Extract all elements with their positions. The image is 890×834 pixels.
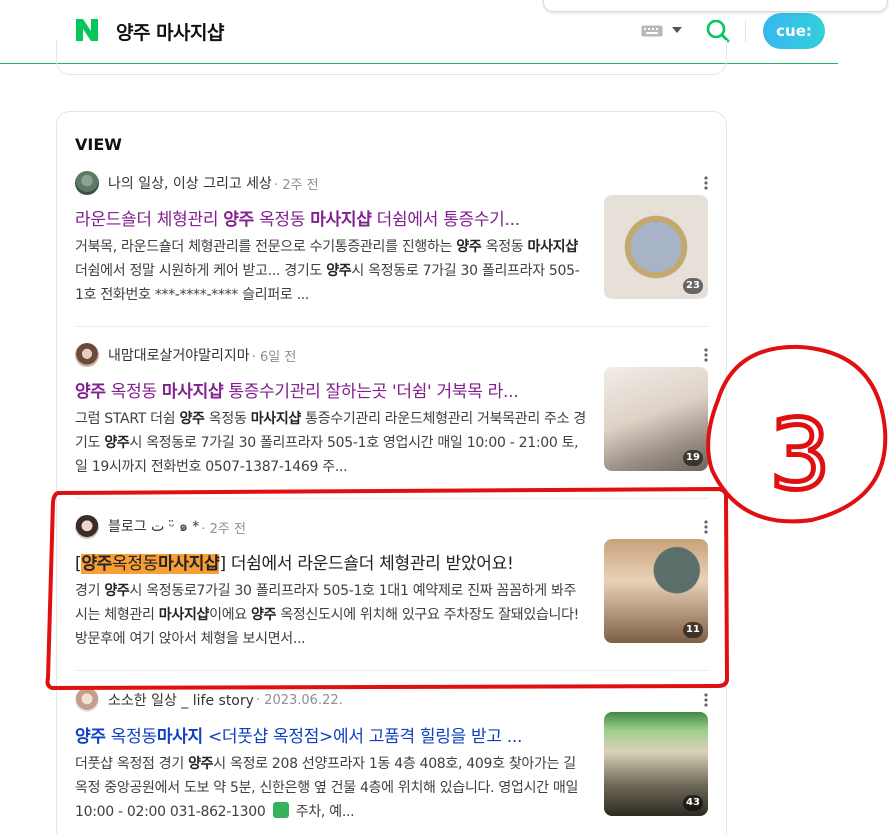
title-highlight: 양주옥정동마사지샵 [81, 554, 220, 574]
title-text: ] 더쉼에서 라운드숄더 체형관리 받았어요! [219, 554, 514, 574]
author-name[interactable]: 소소한 일상 _ life story [108, 690, 254, 710]
title-keyword: 마사지 [156, 727, 203, 747]
title-keyword: 양주 [81, 554, 113, 574]
post-time: · 6일 전 [251, 349, 297, 365]
avatar[interactable] [75, 343, 99, 367]
view-item: 블로그 ت ᵕ̈ ๑ * · 2주 전 [양주옥정동마사지샵] 더쉼에서 라운드… [75, 515, 708, 671]
photo-count-badge: 43 [683, 795, 703, 811]
post-time: · 2주 전 [201, 521, 246, 537]
title-text: 통증수기관리 잘하는곳 '더쉼' 거북목 라... [223, 382, 519, 402]
item-divider [75, 670, 708, 671]
keyboard-icon[interactable] [641, 25, 663, 37]
item-divider [75, 498, 708, 499]
title-keyword: 양주 [75, 727, 106, 747]
blog-profile[interactable]: 나의 일상, 이상 그리고 세상 · 2주 전 [75, 171, 319, 195]
caret-down-icon[interactable] [672, 27, 682, 33]
avatar[interactable] [75, 515, 99, 539]
title-keyword: 마사지샵 [161, 382, 224, 402]
title-keyword: 양주 [223, 210, 254, 230]
photo-count-badge: 23 [683, 278, 703, 294]
title-keyword: 마사지샵 [310, 210, 372, 230]
photo-count-badge: 19 [683, 450, 703, 466]
post-time: · 2023.06.22. [255, 692, 343, 708]
blog-profile[interactable]: 내맘대로살거야말리지마 · 6일 전 [75, 343, 296, 367]
more-options-icon[interactable] [704, 519, 708, 535]
post-title-link[interactable]: [양주옥정동마사지샵] 더쉼에서 라운드숄더 체형관리 받았어요! [75, 549, 587, 574]
title-text: 옥정동 [105, 727, 157, 747]
title-text: 옥정동 [105, 382, 162, 402]
previous-card-bottom [56, 40, 727, 75]
blog-profile[interactable]: 블로그 ت ᵕ̈ ๑ * · 2주 전 [75, 515, 246, 539]
more-options-icon[interactable] [704, 692, 708, 708]
title-keyword: 마사지샵 [158, 554, 220, 574]
post-description[interactable]: 경기 양주시 옥정동로7가길 30 폴리프라자 505-1호 1대1 예약제로 … [75, 579, 587, 651]
title-text: <더풋샵 옥정점>에서 고품격 힐링을 받고 ... [202, 727, 523, 747]
title-text: 더쉼에서 통증수기... [371, 210, 520, 230]
check-icon [272, 802, 289, 818]
dropdown-popup-edge [543, 0, 888, 12]
more-options-icon[interactable] [704, 175, 708, 191]
blog-profile[interactable]: 소소한 일상 _ life story · 2023.06.22. [75, 688, 343, 712]
item-divider [75, 326, 708, 327]
more-options-icon[interactable] [704, 347, 708, 363]
cue-button[interactable]: cue: [763, 13, 825, 49]
post-thumbnail[interactable]: 23 [604, 195, 708, 299]
post-title-link[interactable]: 양주 옥정동마사지 <더풋샵 옥정점>에서 고품격 힐링을 받고 ... [75, 722, 587, 747]
title-text: 옥정동 [253, 210, 311, 230]
section-title: VIEW [75, 135, 122, 154]
view-item: 소소한 일상 _ life story · 2023.06.22. 양주 옥정동… [75, 688, 708, 834]
desc-text: 주차, 예... [291, 804, 355, 820]
view-item: 내맘대로살거야말리지마 · 6일 전 양주 옥정동 마사지샵 통증수기관리 잘하… [75, 343, 708, 499]
post-description[interactable]: 거북목, 라운드숄더 체형관리를 전문으로 수기통증관리를 진행하는 양주 옥정… [75, 235, 587, 307]
post-description[interactable]: 그럼 START 더쉼 양주 옥정동 마사지샵 통증수기관리 라운드체형관리 거… [75, 407, 587, 479]
photo-count-badge: 11 [683, 622, 703, 638]
author-name[interactable]: 내맘대로살거야말리지마 [108, 345, 250, 365]
title-text: 옥정동 [112, 554, 159, 574]
post-thumbnail[interactable]: 19 [604, 367, 708, 471]
author-name[interactable]: 나의 일상, 이상 그리고 세상 [108, 173, 272, 193]
avatar[interactable] [75, 171, 99, 195]
post-thumbnail[interactable]: 11 [604, 539, 708, 643]
post-title-link[interactable]: 라운드숄더 체형관리 양주 옥정동 마사지샵 더쉼에서 통증수기... [75, 205, 587, 230]
post-thumbnail[interactable]: 43 [604, 712, 708, 816]
title-text: 라운드숄더 체형관리 [75, 210, 224, 230]
annotation-label: 3 [769, 399, 830, 511]
post-time: · 2주 전 [273, 177, 319, 193]
header-divider [745, 20, 746, 42]
avatar[interactable] [75, 688, 99, 712]
post-title-link[interactable]: 양주 옥정동 마사지샵 통증수기관리 잘하는곳 '더쉼' 거북목 라... [75, 377, 587, 402]
post-description[interactable]: 더풋샵 옥정점 경기 양주시 옥정로 208 선양프라자 1동 4층 408호,… [75, 752, 587, 824]
view-item: 나의 일상, 이상 그리고 세상 · 2주 전 라운드숄더 체형관리 양주 옥정… [75, 171, 708, 327]
title-keyword: 양주 [75, 382, 106, 402]
author-name[interactable]: 블로그 ت ᵕ̈ ๑ * [108, 516, 199, 538]
